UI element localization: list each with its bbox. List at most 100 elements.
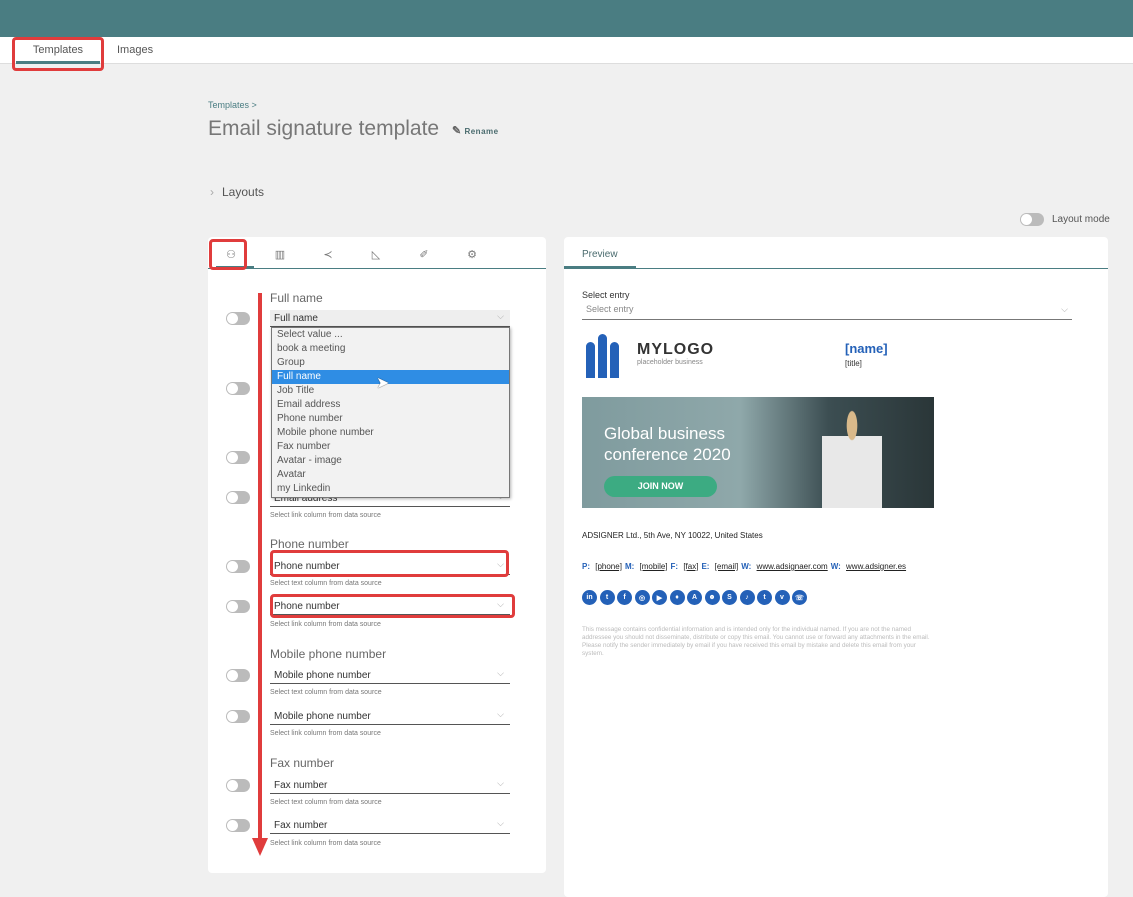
toggle-mobile-link[interactable] (226, 710, 250, 723)
tiktok-icon[interactable]: ♪ (739, 590, 755, 605)
contact-value[interactable]: [email] (715, 562, 739, 571)
signature-title: [title] (845, 359, 862, 368)
full-name-select[interactable]: Full name ⌵ (270, 310, 510, 327)
signature-name: [name] (845, 341, 888, 356)
rename-label: Rename (464, 127, 499, 136)
dropdown-option[interactable]: Select value ... (272, 328, 509, 342)
chevron-down-icon: ⌵ (1061, 304, 1068, 314)
whatsapp-icon[interactable]: ☏ (792, 590, 807, 605)
toggle-switch[interactable] (1020, 213, 1044, 226)
chevron-down-icon: ⌵ (497, 311, 504, 321)
twitter-icon[interactable]: t (757, 590, 772, 605)
annotation-box (209, 239, 247, 270)
contact-key: P: (582, 562, 590, 571)
brush-icon[interactable]: ✐ (416, 248, 432, 262)
field-hint: Select link column from data source (270, 840, 381, 847)
toggle-fax-link[interactable] (226, 819, 250, 832)
annotation-box (12, 37, 104, 71)
gear-icon[interactable]: ⚙ (464, 248, 480, 262)
preview-panel: Preview Select entry Select entry ⌵ MYLOG… (564, 237, 1108, 897)
toggle-full-name[interactable] (226, 312, 250, 325)
fax-link-select[interactable]: Fax number ⌵ (270, 817, 510, 834)
dropdown-option[interactable]: Phone number (272, 412, 509, 426)
dropdown-option[interactable]: Full name (272, 370, 509, 384)
location-icon[interactable]: ♦ (669, 590, 685, 605)
building-icon[interactable]: ▥ (272, 248, 288, 262)
toggle-email[interactable] (226, 491, 250, 504)
chart-icon[interactable]: ◺ (368, 248, 384, 262)
contact-key: W: (830, 562, 841, 571)
panel-tab-divider (208, 268, 546, 269)
tab-images[interactable]: Images (117, 44, 153, 56)
share-icon[interactable]: ≺ (320, 248, 336, 262)
youtube-icon[interactable]: ▶ (652, 590, 667, 605)
vimeo-icon[interactable]: v (774, 590, 790, 605)
dropdown-option[interactable]: Avatar - image (272, 454, 509, 468)
dropdown-option[interactable]: Group (272, 356, 509, 370)
contact-value[interactable]: [fax] (683, 562, 698, 571)
toggle-job-title[interactable] (226, 451, 250, 464)
contact-value[interactable]: www.adsigner.es (846, 562, 906, 571)
contact-value[interactable]: [phone] (595, 562, 622, 571)
annotation-box (270, 550, 509, 577)
skype-icon[interactable]: S (722, 590, 737, 605)
linkedin-icon[interactable]: in (582, 590, 597, 605)
banner-image[interactable]: Global business conference 2020 JOIN NOW (582, 397, 934, 508)
toggle-mobile-text[interactable] (226, 669, 250, 682)
dropdown-option[interactable]: Mobile phone number (272, 426, 509, 440)
toggle-phone-text[interactable] (226, 560, 250, 573)
facebook-icon[interactable]: f (617, 590, 632, 605)
annotation-arrow (258, 293, 262, 841)
select-value: Fax number (274, 820, 328, 831)
reddit-icon[interactable]: ☻ (704, 590, 720, 605)
nav-tab-bar (0, 37, 1133, 64)
contact-key: F: (670, 562, 679, 571)
layouts-toggle[interactable]: › Layouts (210, 185, 264, 199)
field-hint: Select text column from data source (270, 580, 382, 587)
join-now-button[interactable]: JOIN NOW (604, 476, 717, 497)
layout-mode-label: Layout mode (1052, 214, 1110, 225)
dropdown-option[interactable]: Avatar (272, 468, 509, 482)
chevron-down-icon: ⌵ (497, 778, 504, 788)
appstore-icon[interactable]: A (687, 590, 702, 605)
contact-value[interactable]: www.adsignaer.com (757, 562, 828, 571)
field-dropdown-list[interactable]: Select value ... book a meeting Group Full … (271, 327, 510, 498)
logo-text: MYLOGO (637, 341, 715, 358)
toggle-fax-text[interactable] (226, 779, 250, 792)
toggle-phone-link[interactable] (226, 600, 250, 613)
field-hint: Select text column from data source (270, 799, 382, 806)
layout-mode-toggle[interactable]: Layout mode (1020, 213, 1110, 226)
tab-preview[interactable]: Preview (582, 249, 618, 260)
fax-text-select[interactable]: Fax number ⌵ (270, 777, 510, 794)
contact-value[interactable]: [mobile] (640, 562, 668, 571)
select-entry-dropdown[interactable]: Select entry ⌵ (582, 303, 1072, 320)
breadcrumb[interactable]: Templates > (208, 100, 257, 110)
instagram-icon[interactable]: ◎ (634, 590, 650, 605)
layouts-label: Layouts (222, 185, 265, 199)
chevron-down-icon: ⌵ (497, 709, 504, 719)
contact-key: E: (701, 562, 710, 571)
page-title: Email signature template (208, 117, 440, 140)
banner-person (822, 405, 882, 508)
dropdown-option[interactable]: book a meeting (272, 342, 509, 356)
dropdown-option[interactable]: my Linkedin (272, 482, 509, 496)
dropdown-option[interactable]: Fax number (272, 440, 509, 454)
select-value: Full name (274, 313, 318, 324)
disclaimer: This message contains confidential infor… (582, 626, 930, 657)
panel-tab-divider (564, 268, 1108, 269)
dropdown-option[interactable]: Job Title (272, 384, 509, 398)
mobile-link-select[interactable]: Mobile phone number ⌵ (270, 708, 510, 725)
field-hint: Select link column from data source (270, 730, 381, 737)
field-hint: Select text column from data source (270, 689, 382, 696)
select-value: Mobile phone number (274, 670, 371, 681)
field-label-mobile: Mobile phone number (270, 647, 387, 661)
rename-button[interactable]: ✎ Rename (452, 124, 499, 137)
annotation-arrowhead (252, 838, 268, 856)
select-placeholder: Select entry (586, 304, 634, 314)
twitter-icon[interactable]: t (599, 590, 615, 605)
mobile-text-select[interactable]: Mobile phone number ⌵ (270, 667, 510, 684)
dropdown-option[interactable]: Email address (272, 398, 509, 412)
logo-mark (586, 333, 631, 378)
banner-headline: Global business conference 2020 (604, 424, 731, 464)
toggle-full-name-link[interactable] (226, 382, 250, 395)
